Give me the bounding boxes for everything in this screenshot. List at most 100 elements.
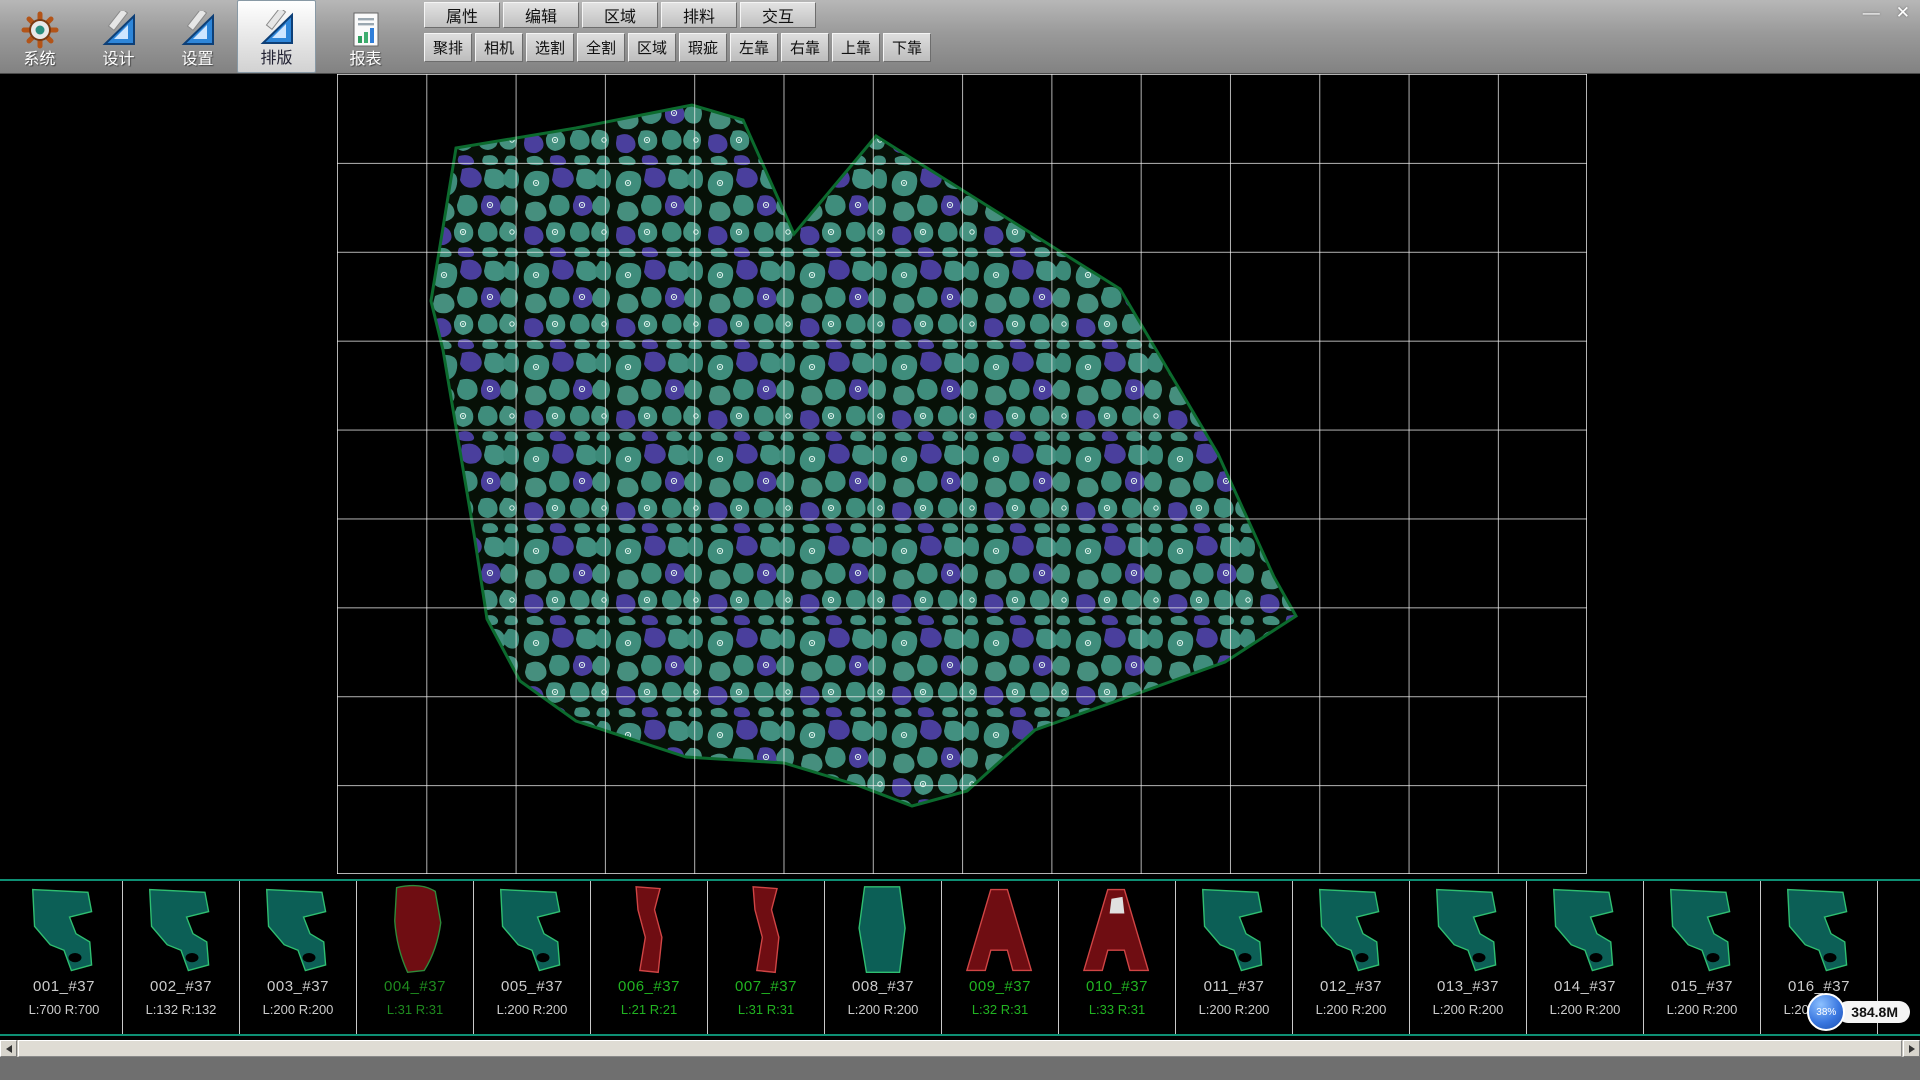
part-counts: L:31 R:31	[387, 1002, 443, 1017]
bottom-bar	[0, 1057, 1920, 1080]
tool-select-cut-button[interactable]: 选割	[526, 33, 574, 62]
nav-big-buttons: 系统 设计 设置 排版 报表	[0, 0, 405, 73]
part-thumbnail[interactable]: 005_#37 L:200 R:200	[474, 881, 591, 1034]
tool-defect-button[interactable]: 瑕疵	[679, 33, 727, 62]
part-thumbnail[interactable]: 004_#37L:31 R:31	[357, 881, 474, 1034]
part-thumbnail[interactable]: 015_#37 L:200 R:200	[1644, 881, 1761, 1034]
part-thumbnail[interactable]: 009_#37 L:32 R:31	[942, 881, 1059, 1034]
part-counts: L:200 R:200	[848, 1002, 919, 1017]
part-label: 009_#37	[969, 978, 1031, 995]
tool-align-left-button[interactable]: 左靠	[730, 33, 778, 62]
minimize-button[interactable]: —	[1863, 3, 1880, 23]
part-counts: L:33 R:31	[1089, 1002, 1145, 1017]
leather-hide-outline[interactable]	[431, 105, 1296, 806]
menu-tab-region[interactable]: 区域	[582, 2, 658, 28]
tool-cut-all-button[interactable]: 全割	[577, 33, 625, 62]
part-counts: L:31 R:31	[738, 1002, 794, 1017]
part-counts: L:200 R:200	[1199, 1002, 1270, 1017]
nav-report-button[interactable]: 报表	[326, 0, 405, 73]
status-area: 38% 384.8M	[1807, 993, 1910, 1031]
h-scrollbar[interactable]	[0, 1040, 1920, 1057]
nav-button-label: 设计	[102, 51, 134, 69]
nav-system-button[interactable]: 系统	[0, 0, 79, 73]
window-controls: — ✕	[1863, 3, 1910, 23]
nav-button-label: 报表	[349, 51, 381, 69]
menu-tab-properties[interactable]: 属性	[424, 2, 500, 28]
gear-icon	[21, 9, 59, 51]
part-thumbnail[interactable]: 008_#37 L:200 R:200	[825, 881, 942, 1034]
part-label: 003_#37	[267, 978, 329, 995]
menu-tab-row: 属性编辑区域排料交互	[424, 2, 816, 28]
part-label: 014_#37	[1554, 978, 1616, 995]
part-label: 005_#37	[501, 978, 563, 995]
part-shape	[1305, 883, 1397, 977]
nesting-grid-area[interactable]	[337, 74, 1587, 874]
menu-tab-interact[interactable]: 交互	[740, 2, 816, 28]
scroll-right-button[interactable]	[1903, 1040, 1920, 1057]
progress-badge: 38%	[1807, 993, 1845, 1031]
part-shape	[837, 883, 929, 977]
tool-region-button[interactable]: 区域	[628, 33, 676, 62]
part-counts: L:200 R:200	[497, 1002, 568, 1017]
part-thumbnail[interactable]: 001_#37 L:700 R:700	[6, 881, 123, 1034]
tool-align-right-button[interactable]: 右靠	[781, 33, 829, 62]
part-thumbnail[interactable]: 011_#37L:200 R:200	[1176, 881, 1293, 1034]
nav-layout-button[interactable]: 排版	[237, 0, 316, 73]
part-shape	[1188, 883, 1280, 977]
part-label: 012_#37	[1320, 978, 1382, 995]
part-counts: L:200 R:200	[1316, 1002, 1387, 1017]
part-counts: L:132 R:132	[146, 1002, 217, 1017]
nav-settings-button[interactable]: 设置	[158, 0, 237, 73]
part-counts: L:200 R:200	[1667, 1002, 1738, 1017]
scroll-right-icon	[1909, 1045, 1915, 1053]
parts-filmstrip: 001_#37L:700 R:700002_#37L:132 R:132003_…	[0, 879, 1920, 1036]
progress-percent: 38%	[1816, 1007, 1836, 1018]
part-shape	[720, 883, 812, 977]
scroll-left-icon	[6, 1045, 12, 1053]
tool-align-top-button[interactable]: 上靠	[832, 33, 880, 62]
scroll-left-button[interactable]	[0, 1040, 17, 1057]
part-shape	[1656, 883, 1748, 977]
menu-tab-nesting[interactable]: 排料	[661, 2, 737, 28]
report-icon	[348, 9, 384, 51]
set-square-icon	[257, 8, 297, 50]
h-scrollbar-thumb[interactable]	[18, 1040, 1902, 1057]
part-label: 015_#37	[1671, 978, 1733, 995]
part-thumbnail[interactable]: 006_#37L:21 R:21	[591, 881, 708, 1034]
part-thumbnail[interactable]: 012_#37 L:200 R:200	[1293, 881, 1410, 1034]
tool-align-bottom-button[interactable]: 下靠	[883, 33, 931, 62]
part-label: 001_#37	[33, 978, 95, 995]
tool-camera-button[interactable]: 相机	[475, 33, 523, 62]
tool-cluster-button[interactable]: 聚排	[424, 33, 472, 62]
part-shape	[486, 883, 578, 977]
nesting-canvas[interactable]	[0, 74, 1920, 879]
part-shape	[135, 883, 227, 977]
part-shape	[18, 883, 110, 977]
part-thumbnail[interactable]: 007_#37 L:31 R:31	[708, 881, 825, 1034]
nested-hide-shape[interactable]	[337, 74, 1587, 874]
part-thumbnail[interactable]: 002_#37L:132 R:132	[123, 881, 240, 1034]
part-shape	[1773, 883, 1865, 977]
memory-usage-label: 384.8M	[1837, 1001, 1910, 1023]
part-label: 007_#37	[735, 978, 797, 995]
part-counts: L:200 R:200	[1433, 1002, 1504, 1017]
part-label: 008_#37	[852, 978, 914, 995]
part-thumbnail[interactable]: 010_#37 L:33 R:31	[1059, 881, 1176, 1034]
part-counts: L:200 R:200	[1550, 1002, 1621, 1017]
part-label: 006_#37	[618, 978, 680, 995]
nav-button-label: 设置	[181, 51, 213, 69]
part-counts: L:200 R:200	[263, 1002, 334, 1017]
part-label: 010_#37	[1086, 978, 1148, 995]
part-counts: L:700 R:700	[29, 1002, 100, 1017]
part-shape	[954, 883, 1046, 977]
nav-button-label: 系统	[23, 51, 55, 69]
part-thumbnail[interactable]: 014_#37 L:200 R:200	[1527, 881, 1644, 1034]
menu-tab-edit[interactable]: 编辑	[503, 2, 579, 28]
nav-design-button[interactable]: 设计	[79, 0, 158, 73]
part-thumbnail[interactable]: 013_#37L:200 R:200	[1410, 881, 1527, 1034]
close-button[interactable]: ✕	[1896, 3, 1910, 23]
part-counts: L:32 R:31	[972, 1002, 1028, 1017]
part-thumbnail[interactable]: 003_#37 L:200 R:200	[240, 881, 357, 1034]
part-shape	[603, 883, 695, 977]
part-shape	[1071, 883, 1163, 977]
